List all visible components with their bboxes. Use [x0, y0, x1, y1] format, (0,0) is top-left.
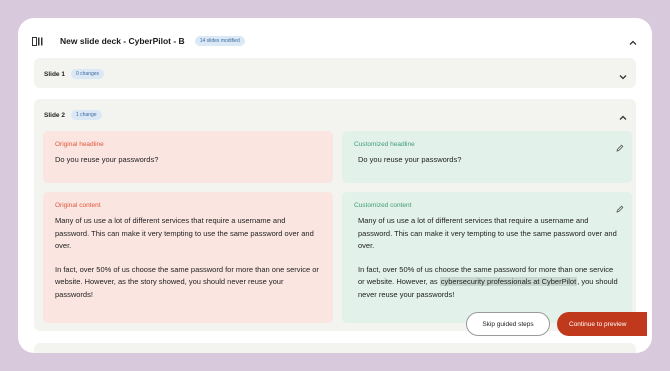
customized-content-paragraph[interactable]: In fact, over 50% of us choose the same … — [358, 264, 620, 302]
continue-to-preview-button[interactable]: Continue to preview — [557, 312, 647, 336]
original-content-label: Original content — [55, 202, 101, 209]
chevron-up-icon[interactable] — [628, 35, 638, 45]
customized-content-label: Customized content — [354, 202, 412, 209]
pencil-icon[interactable] — [616, 139, 624, 152]
original-content-paragraph: Many of us use a lot of different servic… — [55, 216, 314, 250]
highlighted-change: cybersecurity professionals at CyberPilo… — [439, 277, 578, 286]
slide-1-section[interactable]: Slide 1 0 changes — [34, 58, 636, 88]
slide-3-section[interactable] — [34, 343, 636, 353]
chevron-down-icon[interactable] — [618, 69, 628, 80]
customized-content-paragraph[interactable]: Many of us use a lot of different servic… — [358, 215, 620, 253]
slide-deck-editor: New slide deck - CyberPilot - B 14 slide… — [18, 18, 652, 353]
customized-content-card[interactable]: Customized content Many of us use a lot … — [342, 192, 632, 323]
slides-modified-badge: 14 slides modified — [194, 36, 245, 46]
original-headline-text: Do you reuse your passwords? — [55, 155, 159, 164]
original-headline-card: Original headline Do you reuse your pass… — [43, 131, 333, 183]
skip-guided-steps-button[interactable]: Skip guided steps — [466, 312, 550, 336]
changes-badge: 0 changes — [70, 69, 105, 79]
slide-label: Slide 1 — [44, 70, 65, 78]
customized-headline-text[interactable]: Do you reuse your passwords? — [354, 154, 620, 167]
changes-badge: 1 change — [70, 110, 102, 120]
customized-headline-card[interactable]: Customized headline Do you reuse your pa… — [342, 131, 632, 183]
deck-header: New slide deck - CyberPilot - B 14 slide… — [32, 32, 638, 50]
chevron-up-icon[interactable] — [618, 110, 628, 120]
original-content-card: Original content Many of us use a lot of… — [43, 192, 333, 323]
original-content-paragraph: In fact, over 50% of us choose the same … — [55, 264, 319, 299]
deck-title: New slide deck - CyberPilot - B — [60, 36, 185, 46]
pencil-icon[interactable] — [616, 200, 624, 213]
sidebar-panel-icon[interactable] — [32, 36, 44, 46]
customized-headline-label: Customized headline — [354, 141, 415, 148]
slide-label: Slide 2 — [44, 111, 65, 119]
slide-2-section: Slide 2 1 change Original headline Do yo… — [34, 99, 636, 331]
original-headline-label: Original headline — [55, 141, 104, 148]
